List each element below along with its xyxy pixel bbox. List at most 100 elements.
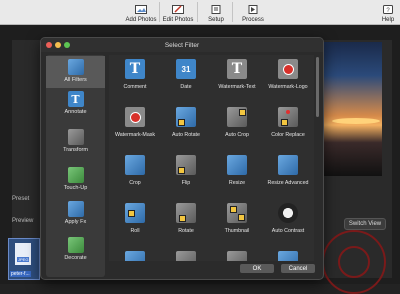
filter-partial[interactable] xyxy=(161,249,211,261)
category-annotate[interactable]: T Annotate xyxy=(46,91,105,115)
filter-icon xyxy=(278,251,298,261)
filter-label: Resize xyxy=(228,180,246,186)
jpeg-badge: JPEG xyxy=(17,257,30,262)
filter-comment[interactable]: T Comment xyxy=(110,57,160,103)
category-all-filters[interactable]: All Filters xyxy=(46,56,105,88)
process-button[interactable]: Process xyxy=(238,0,268,24)
rotate-icon xyxy=(176,203,196,223)
category-label: All Filters xyxy=(64,77,87,83)
edit-photos-label: Edit Photos xyxy=(162,17,194,23)
date-icon: 31 xyxy=(176,59,196,79)
scroll-thumb[interactable] xyxy=(316,57,319,117)
help-button[interactable]: ? Help xyxy=(378,0,398,24)
main-toolbar: Add Photos Edit Photos Setup Process ? H… xyxy=(0,0,400,25)
transform-icon xyxy=(67,129,84,145)
filter-flip[interactable]: Flip xyxy=(161,153,211,199)
filter-icon xyxy=(176,251,196,261)
category-list: All Filters T Annotate Transform Touch-U… xyxy=(46,55,105,277)
category-label: Transform xyxy=(63,147,88,153)
watermark-logo-icon xyxy=(278,59,298,79)
filter-auto-crop[interactable]: Auto Crop xyxy=(212,105,262,151)
filter-auto-contrast[interactable]: Auto Contrast xyxy=(263,201,313,247)
close-window-button[interactable] xyxy=(46,42,52,48)
help-icon: ? xyxy=(383,5,393,14)
setup-button[interactable]: Setup xyxy=(204,0,228,24)
filter-grid: T Comment 31 Date T Watermark-Text Water… xyxy=(109,55,314,261)
category-decorate[interactable]: Decorate xyxy=(46,237,105,261)
auto-crop-icon xyxy=(227,107,247,127)
touch-up-icon xyxy=(67,167,84,183)
dialog-title: Select Filter xyxy=(41,38,323,52)
filter-roll[interactable]: Roll xyxy=(110,201,160,247)
filter-scrollbar[interactable] xyxy=(316,55,320,261)
filter-color-replace[interactable]: Color Replace xyxy=(263,105,313,151)
filter-thumbnail[interactable]: Thumbnail xyxy=(212,201,262,247)
thumbnail-icon xyxy=(227,203,247,223)
edit-photos-icon xyxy=(172,5,184,14)
filter-label: Auto Contrast xyxy=(271,228,305,234)
auto-rotate-icon xyxy=(176,107,196,127)
all-filters-icon xyxy=(67,59,84,75)
resize-icon xyxy=(227,155,247,175)
category-apply-fx[interactable]: Apply Fx xyxy=(46,201,105,225)
thumbnail-filename: peter-f... xyxy=(10,271,31,277)
add-photos-button[interactable]: Add Photos xyxy=(124,0,158,24)
filter-partial[interactable] xyxy=(263,249,313,261)
filter-label: Crop xyxy=(129,180,141,186)
preview-photo xyxy=(322,42,382,176)
filter-partial[interactable] xyxy=(110,249,160,261)
minimize-window-button[interactable] xyxy=(55,42,61,48)
category-label: Touch-Up xyxy=(63,185,88,191)
filter-partial[interactable] xyxy=(212,249,262,261)
setup-icon xyxy=(211,5,221,14)
process-label: Process xyxy=(242,17,264,23)
photo-thumbnail[interactable]: JPEG peter-f... xyxy=(8,238,40,280)
add-photos-icon xyxy=(135,5,147,14)
filter-date[interactable]: 31 Date xyxy=(161,57,211,103)
filter-auto-rotate[interactable]: Auto Rotate xyxy=(161,105,211,151)
watermark-mask-icon xyxy=(125,107,145,127)
filter-label: Auto Rotate xyxy=(172,132,200,138)
category-label: Annotate xyxy=(64,109,87,115)
category-label: Apply Fx xyxy=(64,219,87,225)
roll-icon xyxy=(125,203,145,223)
filter-icon xyxy=(125,251,145,261)
cancel-button[interactable]: Cancel xyxy=(281,264,315,273)
filter-label: Thumbnail xyxy=(224,228,250,234)
filter-label: Watermark-Mask xyxy=(114,132,156,138)
filter-watermark-logo[interactable]: Watermark-Logo xyxy=(263,57,313,103)
comment-icon: T xyxy=(125,59,145,79)
ok-button[interactable]: OK xyxy=(240,264,274,273)
zoom-window-button[interactable] xyxy=(64,42,70,48)
toolbar-divider xyxy=(197,2,198,22)
filter-label: Date xyxy=(180,84,192,90)
apply-fx-icon xyxy=(67,201,84,217)
filter-label: Watermark-Logo xyxy=(268,84,308,90)
filter-label: Watermark-Text xyxy=(218,84,256,90)
filter-rotate[interactable]: Rotate xyxy=(161,201,211,247)
filter-label: Resize Advanced xyxy=(267,180,309,186)
filter-resize-advanced[interactable]: Resize Advanced xyxy=(263,153,313,199)
filter-label: Rotate xyxy=(178,228,194,234)
toolbar-divider xyxy=(232,2,233,22)
filter-label: Roll xyxy=(130,228,140,234)
filter-label: Flip xyxy=(181,180,191,186)
filter-watermark-text[interactable]: T Watermark-Text xyxy=(212,57,262,103)
switch-view-button[interactable]: Switch View xyxy=(344,218,386,230)
decorative-circle xyxy=(338,246,370,278)
select-filter-dialog: Select Filter All Filters T Annotate Tra… xyxy=(40,37,324,280)
add-photos-label: Add Photos xyxy=(125,17,157,23)
filter-resize[interactable]: Resize xyxy=(212,153,262,199)
category-transform[interactable]: Transform xyxy=(46,129,105,153)
filter-label: Color Replace xyxy=(271,132,305,138)
sun-reflection xyxy=(332,118,380,124)
filter-crop[interactable]: Crop xyxy=(110,153,160,199)
edit-photos-button[interactable]: Edit Photos xyxy=(160,0,196,24)
category-touch-up[interactable]: Touch-Up xyxy=(46,167,105,191)
filter-icon xyxy=(227,251,247,261)
filter-watermark-mask[interactable]: Watermark-Mask xyxy=(110,105,160,151)
process-icon xyxy=(248,5,258,14)
flip-icon xyxy=(176,155,196,175)
filter-label: Auto Crop xyxy=(225,132,249,138)
color-replace-icon xyxy=(278,107,298,127)
